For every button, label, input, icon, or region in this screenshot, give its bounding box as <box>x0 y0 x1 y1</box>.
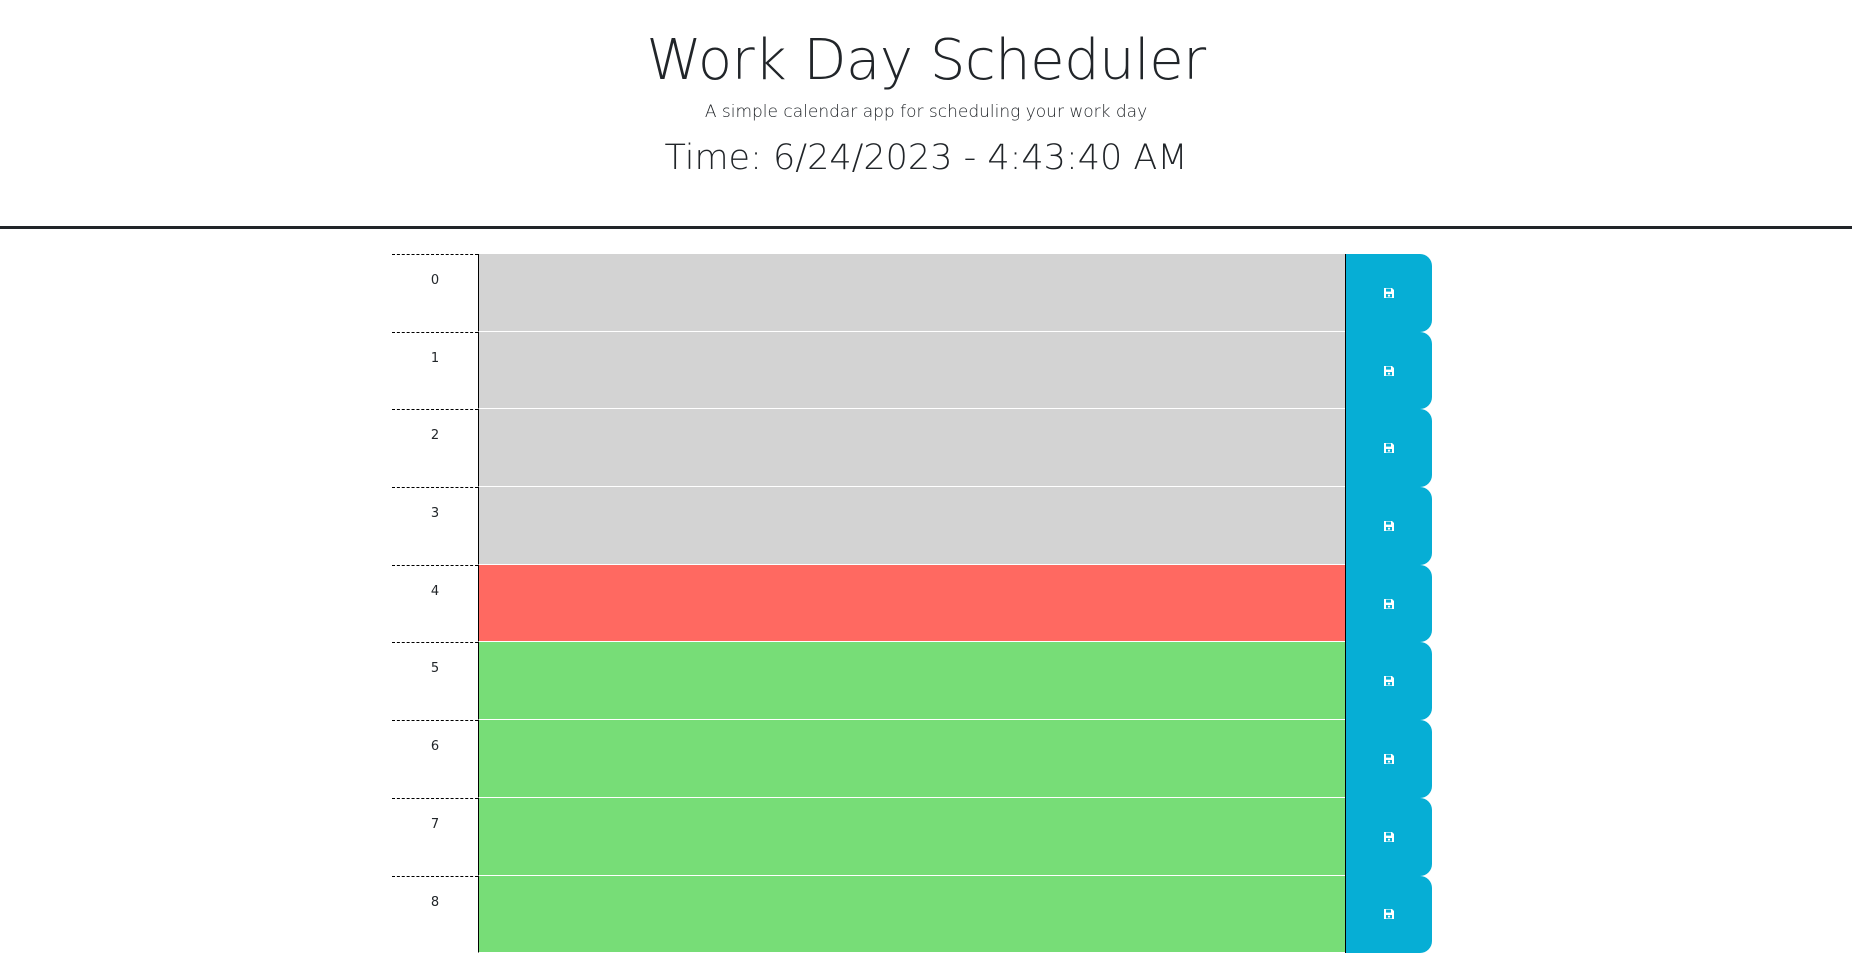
time-block-row: 5 <box>392 642 1432 720</box>
floppy-disk-icon <box>1383 598 1395 610</box>
hour-label: 1 <box>392 332 478 410</box>
hour-label: 2 <box>392 409 478 487</box>
save-button[interactable] <box>1345 254 1432 332</box>
event-description-input[interactable] <box>478 565 1345 643</box>
event-description-input[interactable] <box>478 254 1345 332</box>
hour-label: 6 <box>392 720 478 798</box>
save-button[interactable] <box>1345 332 1432 410</box>
time-block-row: 8 <box>392 876 1432 953</box>
event-description-input[interactable] <box>478 876 1345 953</box>
event-description-input[interactable] <box>478 642 1345 720</box>
event-description-input[interactable] <box>478 720 1345 798</box>
event-description-input[interactable] <box>478 409 1345 487</box>
hour-label: 0 <box>392 254 478 332</box>
schedule-container: 0 1 2 3 <box>392 254 1432 953</box>
time-block-row: 2 <box>392 409 1432 487</box>
header: Work Day Scheduler A simple calendar app… <box>0 0 1852 229</box>
time-block-row: 1 <box>392 332 1432 410</box>
current-time: Time: 6/24/2023 - 4:43:40 AM <box>0 137 1852 179</box>
save-button[interactable] <box>1345 720 1432 798</box>
page-subtitle: A simple calendar app for scheduling you… <box>0 101 1852 123</box>
time-block-row: 3 <box>392 487 1432 565</box>
save-button[interactable] <box>1345 876 1432 953</box>
floppy-disk-icon <box>1383 287 1395 299</box>
hour-label: 4 <box>392 565 478 643</box>
event-description-input[interactable] <box>478 332 1345 410</box>
save-button[interactable] <box>1345 798 1432 876</box>
time-block-row: 7 <box>392 798 1432 876</box>
floppy-disk-icon <box>1383 675 1395 687</box>
save-button[interactable] <box>1345 409 1432 487</box>
event-description-input[interactable] <box>478 798 1345 876</box>
save-button[interactable] <box>1345 487 1432 565</box>
hour-label: 7 <box>392 798 478 876</box>
page-title: Work Day Scheduler <box>0 28 1852 94</box>
hour-label: 8 <box>392 876 478 953</box>
hour-label: 5 <box>392 642 478 720</box>
time-block-row: 4 <box>392 565 1432 643</box>
floppy-disk-icon <box>1383 831 1395 843</box>
floppy-disk-icon <box>1383 442 1395 454</box>
save-button[interactable] <box>1345 642 1432 720</box>
save-button[interactable] <box>1345 565 1432 643</box>
hour-label: 3 <box>392 487 478 565</box>
floppy-disk-icon <box>1383 753 1395 765</box>
floppy-disk-icon <box>1383 520 1395 532</box>
floppy-disk-icon <box>1383 908 1395 920</box>
event-description-input[interactable] <box>478 487 1345 565</box>
floppy-disk-icon <box>1383 365 1395 377</box>
time-block-row: 0 <box>392 254 1432 332</box>
time-block-row: 6 <box>392 720 1432 798</box>
